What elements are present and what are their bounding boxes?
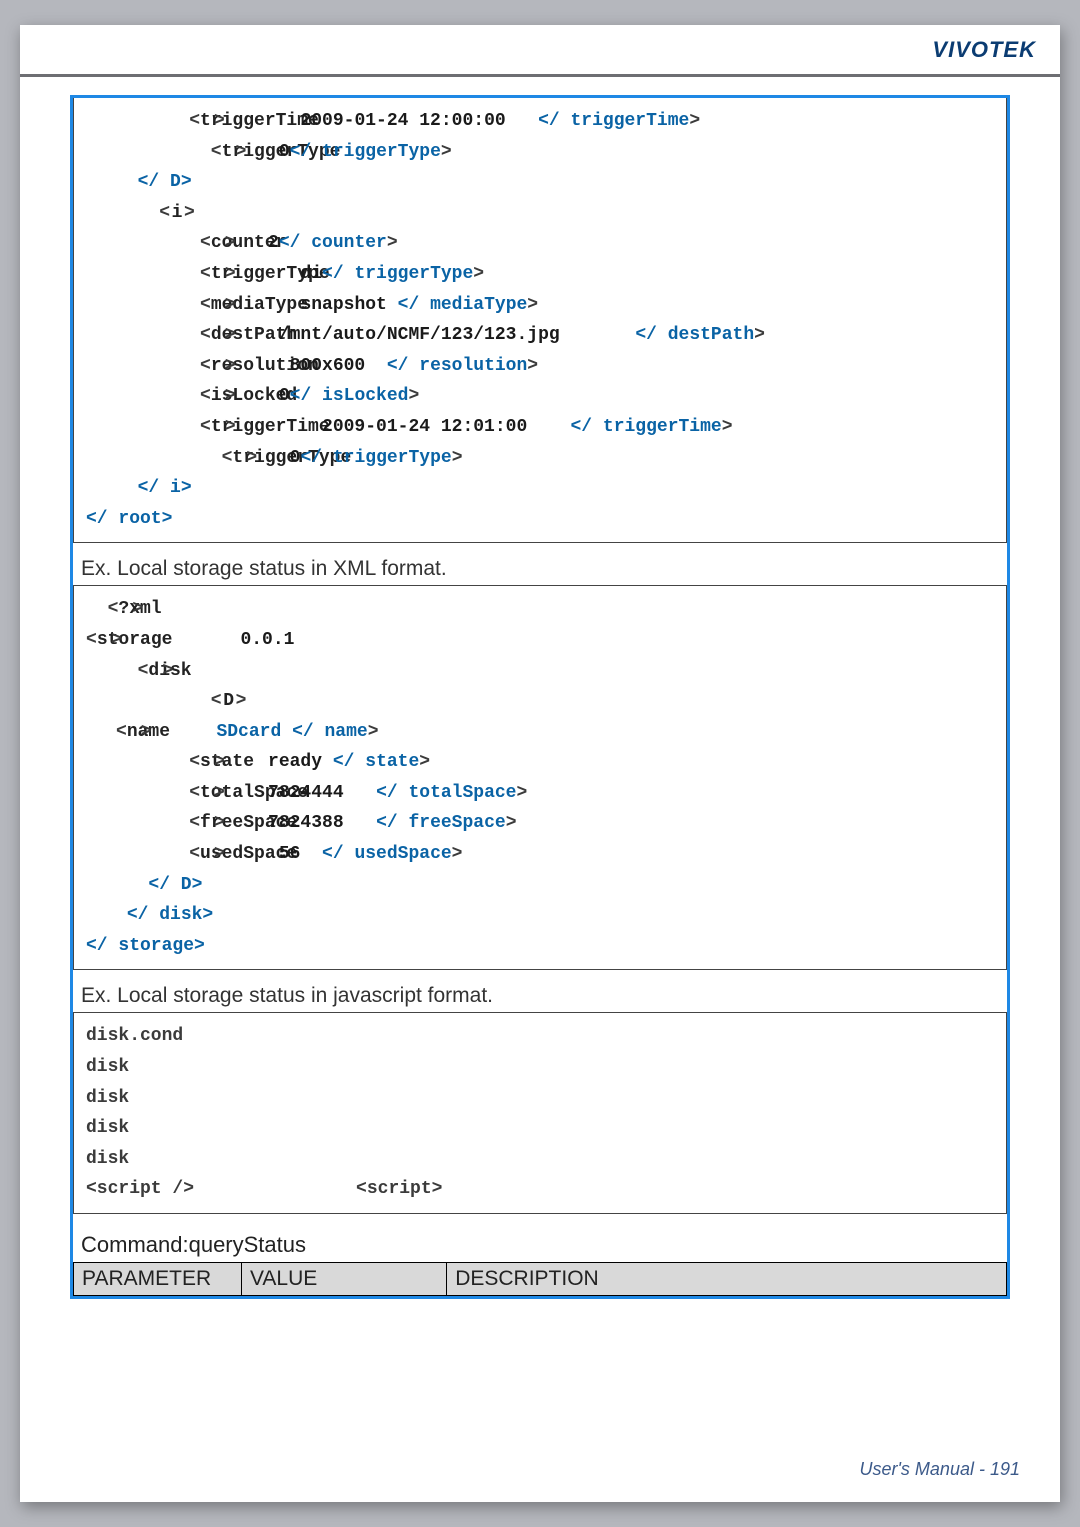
- is-locked: 0: [279, 386, 290, 406]
- xml-row: <name> SDcard </ name>: [86, 717, 994, 748]
- js-block: disk.cond disk disk disk disk <script />…: [73, 1012, 1007, 1214]
- parameter-table: PARAMETER VALUE DESCRIPTION: [73, 1262, 1007, 1296]
- xml-row: <counter> 2</ counter>: [86, 228, 994, 259]
- brand-name: VIVOTEK: [932, 37, 1036, 63]
- trigger-sub: di: [300, 264, 322, 284]
- xml-row: <i>: [86, 198, 994, 229]
- xml-row: <storage> 0.0.1: [86, 625, 994, 656]
- xml-row: </ root>: [86, 504, 994, 535]
- xml-row: <triggerType> di</ triggerType>: [86, 259, 994, 290]
- xml-row: <freeSpace> 7824388 </ freeSpace>: [86, 808, 994, 839]
- xml-row: </ D>: [86, 870, 994, 901]
- header-bar: VIVOTEK: [20, 25, 1060, 77]
- counter-value: 2: [268, 233, 279, 253]
- used-space: 56: [279, 844, 301, 864]
- xml-row: </ disk>: [86, 900, 994, 931]
- xml-row: <triggerTime> 2009-01-24 12:01:00 </ tri…: [86, 412, 994, 443]
- document-page: VIVOTEK <triggerTime> 2009-01-24 12:00:0…: [20, 25, 1060, 1502]
- trigger-time-1: 2009-01-24 12:00:00: [300, 111, 505, 131]
- command-title: Command:queryStatus: [81, 1232, 1007, 1258]
- total-space: 7824444: [268, 783, 344, 803]
- dest-path: /mnt/auto/NCMF/123/123.jpg: [279, 325, 560, 345]
- xml-row: <state> ready </ state>: [86, 747, 994, 778]
- xml-row: <isLocked> 0</ isLocked>: [86, 381, 994, 412]
- trigger-time-2: 2009-01-24 12:01:00: [322, 417, 527, 437]
- state: ready: [268, 752, 322, 772]
- col-value: VALUE: [241, 1263, 446, 1296]
- xml-row: <destPath> /mnt/auto/NCMF/123/123.jpg </…: [86, 320, 994, 351]
- outer-box: <triggerTime> 2009-01-24 12:00:00 </ tri…: [70, 95, 1010, 1299]
- trigger-type-2: 0: [290, 448, 301, 468]
- col-description: DESCRIPTION: [447, 1263, 1007, 1296]
- caption-xml-status: Ex. Local storage status in XML format.: [81, 557, 1007, 581]
- xml-row: <totalSpace> 7824444 </ totalSpace>: [86, 778, 994, 809]
- js-row: disk: [86, 1144, 994, 1175]
- col-parameter: PARAMETER: [74, 1263, 242, 1296]
- trigger-type-1: 0: [279, 142, 290, 162]
- xml-row: <triggerType> 0</ triggerType>: [86, 137, 994, 168]
- xml-row: </ i>: [86, 473, 994, 504]
- xml-row: <usedSpace> 56 </ usedSpace>: [86, 839, 994, 870]
- js-row: disk: [86, 1052, 994, 1083]
- resolution: 800x600: [290, 356, 366, 376]
- js-row: disk.cond: [86, 1021, 994, 1052]
- disk-name: SDcard: [216, 722, 281, 742]
- xml-row: <mediaType> snapshot </ mediaType>: [86, 290, 994, 321]
- content-area: <triggerTime> 2009-01-24 12:00:00 </ tri…: [70, 95, 1010, 1432]
- xml-block-2: <?xml> <storage> 0.0.1 <disk> <D> <name>…: [73, 585, 1007, 970]
- js-row: disk: [86, 1083, 994, 1114]
- xml-row: <triggerType> 0</ triggerType>: [86, 443, 994, 474]
- version: 0.0.1: [240, 630, 294, 650]
- xml-row: <disk>: [86, 656, 994, 687]
- xml-row: <triggerTime> 2009-01-24 12:00:00 </ tri…: [86, 106, 994, 137]
- footer-page-number: User's Manual - 191: [859, 1459, 1020, 1480]
- xml-row: </ D>: [86, 167, 994, 198]
- media-type: snapshot: [300, 295, 386, 315]
- js-row: disk: [86, 1113, 994, 1144]
- xml-row: <D>: [86, 686, 994, 717]
- caption-js-status: Ex. Local storage status in javascript f…: [81, 984, 1007, 1008]
- js-row: <script /> <script>: [86, 1174, 994, 1205]
- xml-block-1: <triggerTime> 2009-01-24 12:00:00 </ tri…: [73, 98, 1007, 543]
- xml-row: <resolution> 800x600 </ resolution>: [86, 351, 994, 382]
- xml-row: </ storage>: [86, 931, 994, 962]
- xml-row: <?xml>: [86, 594, 994, 625]
- table-header-row: PARAMETER VALUE DESCRIPTION: [74, 1263, 1007, 1296]
- free-space: 7824388: [268, 813, 344, 833]
